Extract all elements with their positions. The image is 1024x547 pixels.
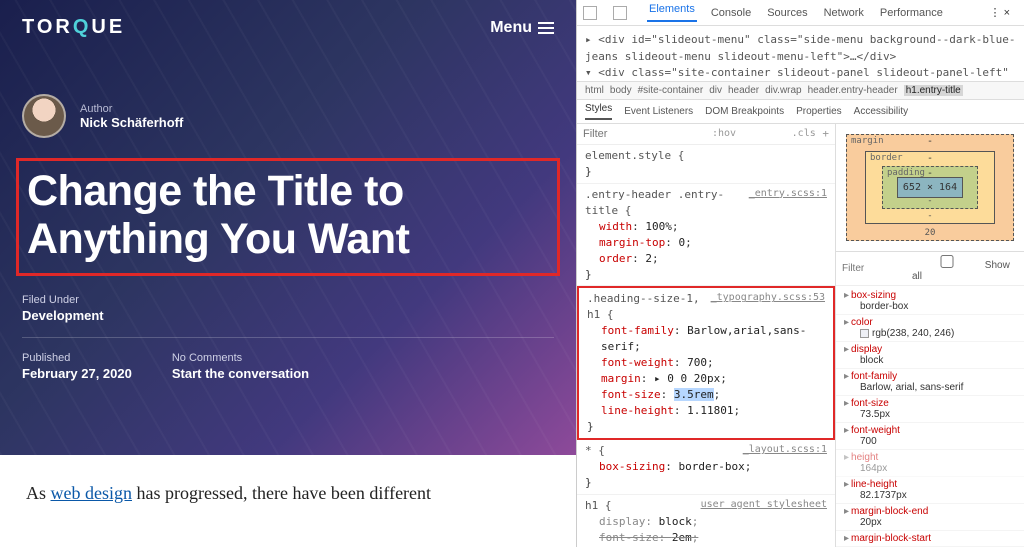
rule-star: _layout.scss:1* { box-sizing: border-box… xyxy=(577,440,835,495)
more-tabs-icon[interactable]: ⋮ × xyxy=(982,6,1018,19)
cls-toggle[interactable]: .cls xyxy=(792,127,816,142)
tab-network[interactable]: Network xyxy=(822,7,866,19)
subtab-a11y[interactable]: Accessibility xyxy=(854,106,908,117)
hamburger-icon xyxy=(538,27,554,29)
filed-value[interactable]: Development xyxy=(22,308,554,323)
box-model[interactable]: margin- border- padding- 652 × 164 - - 2… xyxy=(836,124,1024,252)
article-body: As web design has progressed, there have… xyxy=(0,455,576,532)
tab-performance[interactable]: Performance xyxy=(878,7,945,19)
site-logo[interactable]: TORQUE xyxy=(22,16,125,39)
show-all-toggle[interactable]: Show all xyxy=(912,255,1018,282)
author-label: Author xyxy=(80,103,183,115)
computed-prop[interactable]: ▸font-size73.5px xyxy=(836,396,1024,423)
computed-filter-input[interactable] xyxy=(842,263,912,274)
computed-prop[interactable]: ▸line-height82.1737px xyxy=(836,477,1024,504)
subtab-dombp[interactable]: DOM Breakpoints xyxy=(705,106,784,117)
published-label: Published xyxy=(22,352,132,364)
device-icon[interactable] xyxy=(613,6,627,20)
tab-elements[interactable]: Elements xyxy=(647,3,697,22)
rule-heading-h1: _typography.scss:53.heading--size-1, h1 … xyxy=(577,286,835,439)
subtab-listeners[interactable]: Event Listeners xyxy=(624,106,693,117)
website-pane: TORQUE Menu Author Nick Schäferhoff Chan… xyxy=(0,0,576,547)
hov-toggle[interactable]: :hov xyxy=(712,127,736,142)
subtab-props[interactable]: Properties xyxy=(796,106,842,117)
published-value: February 27, 2020 xyxy=(22,366,132,381)
inspect-icon[interactable] xyxy=(583,6,597,20)
title-highlight: Change the Title to Anything You Want xyxy=(16,158,560,276)
tab-sources[interactable]: Sources xyxy=(765,7,809,19)
hero-header: TORQUE Menu Author Nick Schäferhoff Chan… xyxy=(0,0,576,455)
computed-prop[interactable]: ▸margin-block-start xyxy=(836,531,1024,547)
computed-prop[interactable]: ▸colorrgb(238, 240, 246) xyxy=(836,315,1024,342)
rule-ua-h1: user agent stylesheeth1 { display: block… xyxy=(577,495,835,547)
computed-prop[interactable]: ▸margin-block-end20px xyxy=(836,504,1024,531)
computed-panel[interactable]: margin- border- padding- 652 × 164 - - 2… xyxy=(836,124,1024,547)
author-name[interactable]: Nick Schäferhoff xyxy=(80,115,183,130)
devtools-pane: Elements Console Sources Network Perform… xyxy=(576,0,1024,547)
dom-tree[interactable]: ▸ <div id="slideout-menu" class="side-me… xyxy=(577,26,1024,82)
styles-filter-input[interactable] xyxy=(583,128,663,140)
menu-toggle[interactable]: Menu xyxy=(490,19,554,37)
subtab-styles[interactable]: Styles xyxy=(585,103,612,120)
styles-panel[interactable]: :hov .cls + element.style {} _entry.scss… xyxy=(577,124,836,547)
computed-prop[interactable]: ▸font-familyBarlow, arial, sans-serif xyxy=(836,369,1024,396)
entry-title[interactable]: Change the Title to Anything You Want xyxy=(27,167,549,263)
comments-label: No Comments xyxy=(172,352,309,364)
computed-prop[interactable]: ▸displayblock xyxy=(836,342,1024,369)
tab-console[interactable]: Console xyxy=(709,7,753,19)
breadcrumb-trail[interactable]: htmlbody#site-containerdivheaderdiv.wrap… xyxy=(577,82,1024,100)
web-design-link[interactable]: web design xyxy=(51,483,132,503)
rule-element-style: element.style {} xyxy=(577,145,835,184)
author-avatar[interactable] xyxy=(22,94,66,138)
comments-link[interactable]: Start the conversation xyxy=(172,366,309,381)
computed-prop[interactable]: ▸box-sizingborder-box xyxy=(836,288,1024,315)
filed-label: Filed Under xyxy=(22,294,554,306)
computed-prop[interactable]: ▸font-weight700 xyxy=(836,423,1024,450)
computed-prop[interactable]: ▸height164px xyxy=(836,450,1024,477)
rule-entry-title: _entry.scss:1.entry-header .entry-title … xyxy=(577,184,835,287)
